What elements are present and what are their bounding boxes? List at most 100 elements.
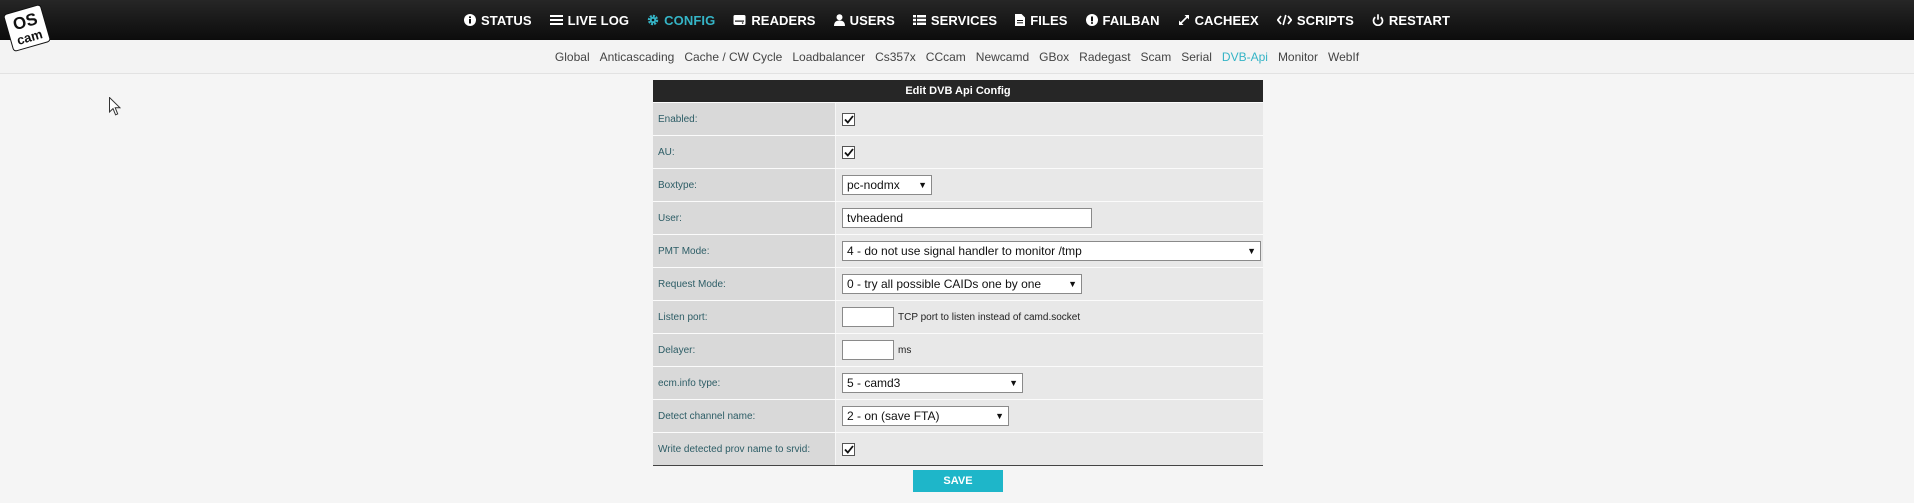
- code-icon: [1276, 14, 1292, 26]
- label-write-prov: Write detected prov name to srvid:: [653, 433, 836, 465]
- exclamation-icon: [1085, 14, 1098, 26]
- dropdown-arrow-icon: ▼: [1068, 279, 1077, 289]
- nav-label: FILES: [1030, 12, 1068, 28]
- row-enabled: Enabled:: [653, 102, 1263, 135]
- row-pmt-mode: PMT Mode: 4 - do not use signal handler …: [653, 234, 1263, 267]
- pmt-mode-value: 4 - do not use signal handler to monitor…: [847, 244, 1082, 258]
- nav-readers[interactable]: READERS: [724, 0, 824, 40]
- listen-port-input[interactable]: [842, 307, 894, 327]
- subnav-newcamd[interactable]: Newcamd: [971, 50, 1034, 64]
- expand-icon: [1178, 14, 1190, 26]
- subnav-monitor[interactable]: Monitor: [1273, 50, 1323, 64]
- label-listen-port: Listen port:: [653, 301, 836, 333]
- file-icon: [1015, 14, 1026, 26]
- nav-label: CONFIG: [664, 12, 716, 28]
- config-subnav: Global Anticascading Cache / CW Cycle Lo…: [0, 40, 1914, 74]
- dropdown-arrow-icon: ▼: [995, 411, 1004, 421]
- request-mode-select[interactable]: 0 - try all possible CAIDs one by one ▼: [842, 274, 1082, 294]
- nav-label: CACHEEX: [1194, 12, 1259, 28]
- row-au: AU:: [653, 135, 1263, 168]
- write-prov-checkbox[interactable]: [842, 442, 855, 456]
- detect-channel-name-select[interactable]: 2 - on (save FTA) ▼: [842, 406, 1009, 426]
- subnav-cache-cw-cycle[interactable]: Cache / CW Cycle: [679, 50, 787, 64]
- checkmark-icon: [843, 444, 854, 454]
- user-icon: [833, 14, 845, 26]
- boxtype-select[interactable]: pc-nodmx ▼: [842, 175, 932, 195]
- subnav-dvb-api[interactable]: DVB-Api: [1217, 50, 1273, 64]
- ecm-info-type-value: 5 - camd3: [847, 376, 901, 390]
- row-boxtype: Boxtype: pc-nodmx ▼: [653, 168, 1263, 201]
- dvbapi-config-form: Edit DVB Api Config Enabled: AU: Boxtype…: [653, 80, 1263, 466]
- label-request-mode: Request Mode:: [653, 268, 836, 300]
- hdd-icon: [733, 14, 746, 26]
- nav-label: USERS: [849, 12, 895, 28]
- row-request-mode: Request Mode: 0 - try all possible CAIDs…: [653, 267, 1263, 300]
- subnav-webif[interactable]: WebIf: [1323, 50, 1364, 64]
- subnav-cs357x[interactable]: Cs357x: [870, 50, 921, 64]
- checkmark-icon: [843, 147, 854, 157]
- subnav-cccam[interactable]: CCcam: [921, 50, 971, 64]
- row-ecm-info-type: ecm.info type: 5 - camd3 ▼: [653, 366, 1263, 399]
- checkmark-icon: [843, 114, 854, 124]
- nav-scripts[interactable]: SCRIPTS: [1268, 0, 1363, 40]
- nav-cacheex[interactable]: CACHEEX: [1169, 0, 1268, 40]
- power-icon: [1372, 14, 1384, 26]
- listen-port-hint: TCP port to listen instead of camd.socke…: [898, 311, 1081, 323]
- subnav-radegast[interactable]: Radegast: [1074, 50, 1135, 64]
- nav-label: LIVE LOG: [567, 12, 630, 28]
- label-detect-channel-name: Detect channel name:: [653, 400, 836, 432]
- subnav-serial[interactable]: Serial: [1176, 50, 1217, 64]
- dropdown-arrow-icon: ▼: [918, 180, 927, 190]
- label-pmt-mode: PMT Mode:: [653, 235, 836, 267]
- label-boxtype: Boxtype:: [653, 169, 836, 201]
- pmt-mode-select[interactable]: 4 - do not use signal handler to monitor…: [842, 241, 1261, 261]
- nav-label: SERVICES: [930, 12, 998, 28]
- row-user: User: tvheadend: [653, 201, 1263, 234]
- nav-label: FAILBAN: [1102, 12, 1160, 28]
- top-navbar: STATUS LIVE LOG CONFIG READERS USERS SER…: [0, 0, 1914, 40]
- nav-failban[interactable]: FAILBAN: [1077, 0, 1169, 40]
- nav-label: RESTART: [1388, 12, 1450, 28]
- dropdown-arrow-icon: ▼: [1247, 246, 1256, 256]
- list-icon: [549, 14, 563, 26]
- label-enabled: Enabled:: [653, 103, 836, 135]
- nav-restart[interactable]: RESTART: [1363, 0, 1459, 40]
- oscam-logo[interactable]: OS cam: [3, 4, 51, 52]
- label-user: User:: [653, 202, 836, 234]
- subnav-anticascading[interactable]: Anticascading: [595, 50, 680, 64]
- delayer-unit: ms: [898, 344, 912, 356]
- label-ecm-info-type: ecm.info type:: [653, 367, 836, 399]
- main-nav: STATUS LIVE LOG CONFIG READERS USERS SER…: [0, 0, 1914, 40]
- dropdown-arrow-icon: ▼: [1009, 378, 1018, 388]
- subnav-loadbalancer[interactable]: Loadbalancer: [787, 50, 870, 64]
- row-listen-port: Listen port: TCP port to listen instead …: [653, 300, 1263, 333]
- nav-files[interactable]: FILES: [1006, 0, 1076, 40]
- info-icon: [464, 14, 476, 26]
- nav-live-log[interactable]: LIVE LOG: [541, 0, 638, 40]
- delayer-input[interactable]: [842, 340, 894, 360]
- nav-config[interactable]: CONFIG: [638, 0, 724, 40]
- table-list-icon: [912, 14, 926, 26]
- row-delayer: Delayer: ms: [653, 333, 1263, 366]
- enabled-checkbox[interactable]: [842, 112, 855, 126]
- label-au: AU:: [653, 136, 836, 168]
- subnav-scam[interactable]: Scam: [1136, 50, 1177, 64]
- gear-icon: [647, 14, 659, 26]
- row-detect-channel-name: Detect channel name: 2 - on (save FTA) ▼: [653, 399, 1263, 432]
- save-button[interactable]: SAVE: [913, 470, 1003, 492]
- user-input[interactable]: tvheadend: [842, 208, 1092, 228]
- au-checkbox[interactable]: [842, 145, 855, 159]
- ecm-info-type-select[interactable]: 5 - camd3 ▼: [842, 373, 1023, 393]
- nav-label: READERS: [751, 12, 816, 28]
- request-mode-value: 0 - try all possible CAIDs one by one: [847, 277, 1042, 291]
- subnav-gbox[interactable]: GBox: [1034, 50, 1074, 64]
- mouse-cursor-icon: [109, 96, 122, 121]
- nav-status[interactable]: STATUS: [455, 0, 541, 40]
- subnav-global[interactable]: Global: [550, 50, 595, 64]
- nav-users[interactable]: USERS: [825, 0, 904, 40]
- nav-label: STATUS: [481, 12, 532, 28]
- nav-label: SCRIPTS: [1296, 12, 1354, 28]
- detect-channel-name-value: 2 - on (save FTA): [847, 409, 940, 423]
- nav-services[interactable]: SERVICES: [904, 0, 1006, 40]
- form-title: Edit DVB Api Config: [653, 80, 1263, 102]
